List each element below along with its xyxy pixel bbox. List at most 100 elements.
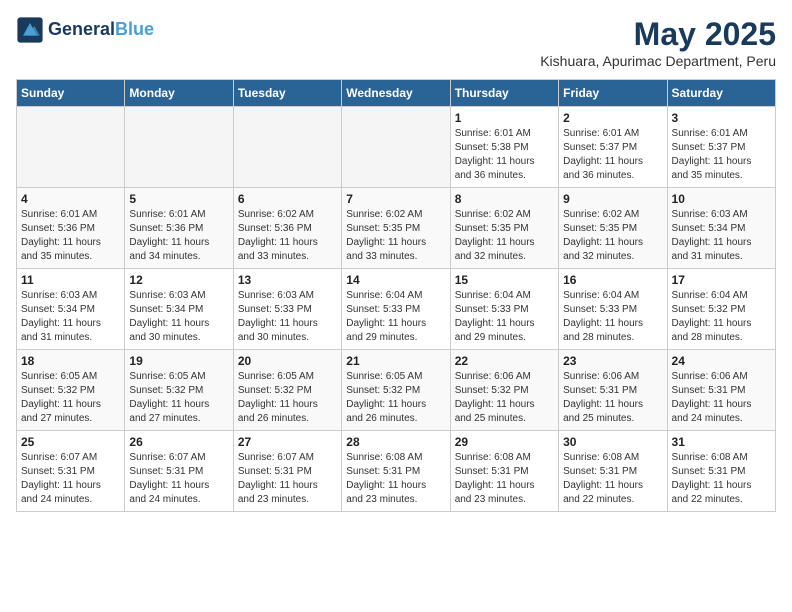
day-info: Sunrise: 6:03 AM Sunset: 5:33 PM Dayligh… — [238, 289, 337, 345]
location: Kishuara, Apurimac Department, Peru — [540, 53, 776, 69]
calendar-cell — [125, 107, 233, 188]
day-info: Sunrise: 6:01 AM Sunset: 5:37 PM Dayligh… — [563, 127, 662, 183]
week-row-4: 18 Sunrise: 6:05 AM Sunset: 5:32 PM Dayli… — [17, 350, 776, 431]
day-info: Sunrise: 6:05 AM Sunset: 5:32 PM Dayligh… — [346, 370, 445, 426]
day-number: 29 — [455, 435, 554, 449]
weekday-header-wednesday: Wednesday — [342, 80, 450, 107]
day-number: 17 — [672, 273, 771, 287]
calendar-cell: 13 Sunrise: 6:03 AM Sunset: 5:33 PM Dayli… — [233, 269, 341, 350]
calendar-cell: 15 Sunrise: 6:04 AM Sunset: 5:33 PM Dayli… — [450, 269, 558, 350]
day-info: Sunrise: 6:03 AM Sunset: 5:34 PM Dayligh… — [129, 289, 228, 345]
day-info: Sunrise: 6:06 AM Sunset: 5:31 PM Dayligh… — [563, 370, 662, 426]
month-title: May 2025 — [540, 16, 776, 53]
calendar-cell: 22Sunrise: 6:06 AM Sunset: 5:32 PM Dayli… — [450, 350, 558, 431]
calendar-header: SundayMondayTuesdayWednesdayThursdayFrid… — [17, 80, 776, 107]
week-row-3: 11 Sunrise: 6:03 AM Sunset: 5:34 PM Dayli… — [17, 269, 776, 350]
day-info: Sunrise: 6:04 AM Sunset: 5:33 PM Dayligh… — [455, 289, 554, 345]
calendar-cell: 2 Sunrise: 6:01 AM Sunset: 5:37 PM Daylig… — [559, 107, 667, 188]
logo-text: GeneralBlue — [48, 20, 154, 40]
day-number: 7 — [346, 192, 445, 206]
day-info: Sunrise: 6:05 AM Sunset: 5:32 PM Dayligh… — [238, 370, 337, 426]
calendar-cell: 30 Sunrise: 6:08 AM Sunset: 5:31 PM Dayli… — [559, 431, 667, 512]
calendar-cell: 10Sunrise: 6:03 AM Sunset: 5:34 PM Dayli… — [667, 188, 775, 269]
calendar-cell: 28 Sunrise: 6:08 AM Sunset: 5:31 PM Dayli… — [342, 431, 450, 512]
calendar-cell — [342, 107, 450, 188]
weekday-header-saturday: Saturday — [667, 80, 775, 107]
day-number: 24 — [672, 354, 771, 368]
day-info: Sunrise: 6:02 AM Sunset: 5:36 PM Dayligh… — [238, 208, 337, 264]
weekday-header-sunday: Sunday — [17, 80, 125, 107]
day-info: Sunrise: 6:08 AM Sunset: 5:31 PM Dayligh… — [563, 451, 662, 507]
day-number: 26 — [129, 435, 228, 449]
day-number: 28 — [346, 435, 445, 449]
day-info: Sunrise: 6:04 AM Sunset: 5:33 PM Dayligh… — [563, 289, 662, 345]
calendar-cell: 19 Sunrise: 6:05 AM Sunset: 5:32 PM Dayli… — [125, 350, 233, 431]
calendar-cell: 26 Sunrise: 6:07 AM Sunset: 5:31 PM Dayli… — [125, 431, 233, 512]
day-info: Sunrise: 6:05 AM Sunset: 5:32 PM Dayligh… — [21, 370, 120, 426]
day-number: 11 — [21, 273, 120, 287]
day-number: 1 — [455, 111, 554, 125]
day-number: 16 — [563, 273, 662, 287]
calendar-cell: 8 Sunrise: 6:02 AM Sunset: 5:35 PM Daylig… — [450, 188, 558, 269]
day-info: Sunrise: 6:02 AM Sunset: 5:35 PM Dayligh… — [563, 208, 662, 264]
calendar-cell — [233, 107, 341, 188]
day-number: 21 — [346, 354, 445, 368]
day-number: 27 — [238, 435, 337, 449]
day-info: Sunrise: 6:01 AM Sunset: 5:37 PM Dayligh… — [672, 127, 771, 183]
calendar-cell: 21 Sunrise: 6:05 AM Sunset: 5:32 PM Dayli… — [342, 350, 450, 431]
day-number: 19 — [129, 354, 228, 368]
calendar-cell: 4Sunrise: 6:01 AM Sunset: 5:36 PM Daylig… — [17, 188, 125, 269]
week-row-5: 25Sunrise: 6:07 AM Sunset: 5:31 PM Dayli… — [17, 431, 776, 512]
day-number: 6 — [238, 192, 337, 206]
weekday-header-friday: Friday — [559, 80, 667, 107]
calendar-cell: 20 Sunrise: 6:05 AM Sunset: 5:32 PM Dayli… — [233, 350, 341, 431]
calendar-body: 1 Sunrise: 6:01 AM Sunset: 5:38 PM Daylig… — [17, 107, 776, 512]
day-info: Sunrise: 6:08 AM Sunset: 5:31 PM Dayligh… — [346, 451, 445, 507]
day-number: 13 — [238, 273, 337, 287]
calendar-cell: 24 Sunrise: 6:06 AM Sunset: 5:31 PM Dayli… — [667, 350, 775, 431]
calendar-cell: 18 Sunrise: 6:05 AM Sunset: 5:32 PM Dayli… — [17, 350, 125, 431]
calendar-table: SundayMondayTuesdayWednesdayThursdayFrid… — [16, 79, 776, 512]
page-header: GeneralBlue May 2025 Kishuara, Apurimac … — [16, 16, 776, 69]
calendar-cell: 17Sunrise: 6:04 AM Sunset: 5:32 PM Dayli… — [667, 269, 775, 350]
calendar-cell: 7 Sunrise: 6:02 AM Sunset: 5:35 PM Daylig… — [342, 188, 450, 269]
day-info: Sunrise: 6:07 AM Sunset: 5:31 PM Dayligh… — [21, 451, 120, 507]
day-number: 20 — [238, 354, 337, 368]
day-info: Sunrise: 6:06 AM Sunset: 5:31 PM Dayligh… — [672, 370, 771, 426]
day-number: 3 — [672, 111, 771, 125]
day-number: 18 — [21, 354, 120, 368]
day-info: Sunrise: 6:05 AM Sunset: 5:32 PM Dayligh… — [129, 370, 228, 426]
day-info: Sunrise: 6:02 AM Sunset: 5:35 PM Dayligh… — [346, 208, 445, 264]
weekday-header-thursday: Thursday — [450, 80, 558, 107]
day-info: Sunrise: 6:01 AM Sunset: 5:36 PM Dayligh… — [129, 208, 228, 264]
day-number: 14 — [346, 273, 445, 287]
day-info: Sunrise: 6:03 AM Sunset: 5:34 PM Dayligh… — [672, 208, 771, 264]
calendar-cell: 14Sunrise: 6:04 AM Sunset: 5:33 PM Dayli… — [342, 269, 450, 350]
logo-icon — [16, 16, 44, 44]
calendar-cell: 9 Sunrise: 6:02 AM Sunset: 5:35 PM Daylig… — [559, 188, 667, 269]
day-number: 30 — [563, 435, 662, 449]
day-number: 9 — [563, 192, 662, 206]
day-info: Sunrise: 6:01 AM Sunset: 5:38 PM Dayligh… — [455, 127, 554, 183]
day-info: Sunrise: 6:07 AM Sunset: 5:31 PM Dayligh… — [238, 451, 337, 507]
calendar-cell: 16 Sunrise: 6:04 AM Sunset: 5:33 PM Dayli… — [559, 269, 667, 350]
day-info: Sunrise: 6:02 AM Sunset: 5:35 PM Dayligh… — [455, 208, 554, 264]
week-row-1: 1 Sunrise: 6:01 AM Sunset: 5:38 PM Daylig… — [17, 107, 776, 188]
calendar-cell — [17, 107, 125, 188]
calendar-cell: 1 Sunrise: 6:01 AM Sunset: 5:38 PM Daylig… — [450, 107, 558, 188]
day-number: 8 — [455, 192, 554, 206]
day-number: 12 — [129, 273, 228, 287]
calendar-cell: 29 Sunrise: 6:08 AM Sunset: 5:31 PM Dayli… — [450, 431, 558, 512]
weekday-header-row: SundayMondayTuesdayWednesdayThursdayFrid… — [17, 80, 776, 107]
calendar-cell: 25Sunrise: 6:07 AM Sunset: 5:31 PM Dayli… — [17, 431, 125, 512]
weekday-header-tuesday: Tuesday — [233, 80, 341, 107]
day-number: 5 — [129, 192, 228, 206]
day-info: Sunrise: 6:08 AM Sunset: 5:31 PM Dayligh… — [455, 451, 554, 507]
calendar-cell: 27 Sunrise: 6:07 AM Sunset: 5:31 PM Dayli… — [233, 431, 341, 512]
day-number: 2 — [563, 111, 662, 125]
day-info: Sunrise: 6:01 AM Sunset: 5:36 PM Dayligh… — [21, 208, 120, 264]
day-number: 15 — [455, 273, 554, 287]
day-number: 23 — [563, 354, 662, 368]
calendar-cell: 12 Sunrise: 6:03 AM Sunset: 5:34 PM Dayli… — [125, 269, 233, 350]
day-info: Sunrise: 6:07 AM Sunset: 5:31 PM Dayligh… — [129, 451, 228, 507]
